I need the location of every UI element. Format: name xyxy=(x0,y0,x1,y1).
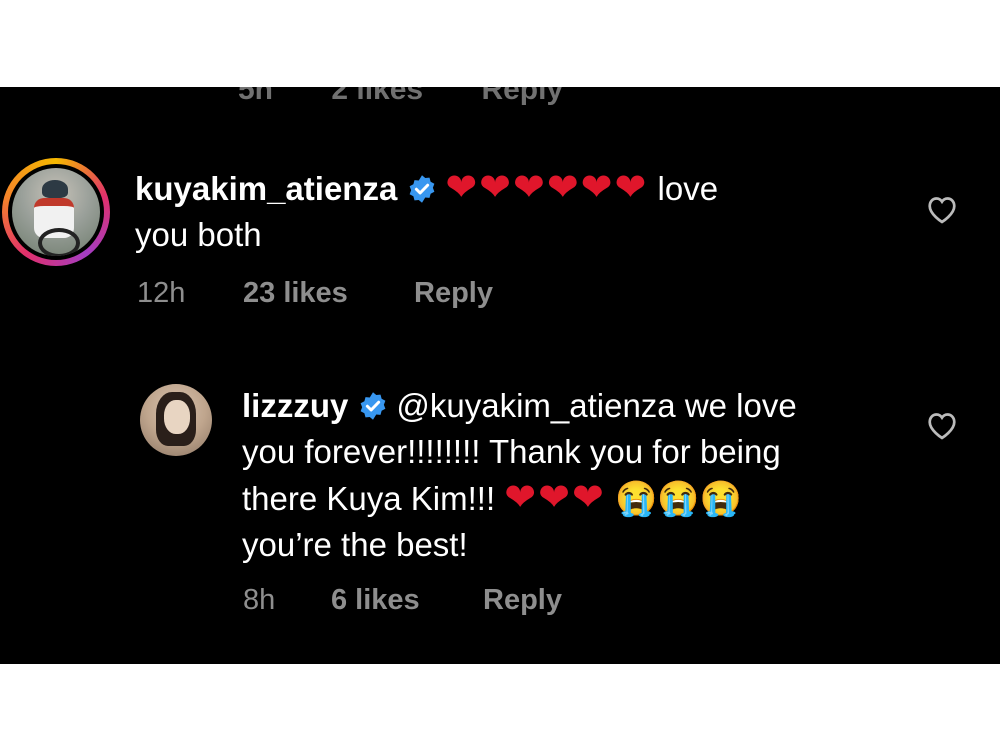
cyclist-helmet xyxy=(42,180,68,198)
comment-time-1: 12h xyxy=(137,277,186,309)
like-heart-icon[interactable] xyxy=(925,194,959,224)
comment-time-2: 8h xyxy=(243,584,276,616)
comment-username-1[interactable]: kuyakim_atienza xyxy=(135,170,397,207)
previous-comment-meta: 5h 2 likes Reply xyxy=(238,87,613,107)
portrait-face xyxy=(164,400,190,434)
comment-text-2-line1: @kuyakim_atienza we love xyxy=(396,387,797,424)
comment-username-2[interactable]: lizzzuy xyxy=(242,387,348,424)
cyclist-wheel xyxy=(38,228,80,256)
comment-text-2-line3: there Kuya Kim!!! xyxy=(242,480,496,517)
comment-body-1: kuyakim_atienza ❤❤❤❤❤❤ love you both xyxy=(135,165,875,258)
comment-reply-button-2[interactable]: Reply xyxy=(483,584,562,617)
comment-likes-2[interactable]: 6 likes xyxy=(331,584,420,617)
comments-panel: 5h 2 likes Reply kuyakim_atienza ❤❤❤❤❤❤ l… xyxy=(0,87,1000,664)
comment-text-2-line4: you’re the best! xyxy=(242,526,468,563)
comment-reply-button-1[interactable]: Reply xyxy=(414,277,493,310)
like-heart-icon[interactable] xyxy=(925,410,959,440)
comment-body-2: lizzzuy @kuyakim_atienza we love you fore… xyxy=(242,383,902,568)
comment-text-1-line2: you both xyxy=(135,216,262,253)
verified-badge-icon xyxy=(409,175,435,203)
heart-emojis: ❤❤❤❤❤❤ xyxy=(445,167,649,209)
comment-likes-1[interactable]: 23 likes xyxy=(243,277,348,310)
avatar-lizzzuy[interactable] xyxy=(140,384,212,456)
comment-text-1-line1: love xyxy=(657,170,719,207)
verified-badge-icon xyxy=(360,392,386,420)
avatar-kuyakim[interactable] xyxy=(12,168,100,256)
previous-comment-likes[interactable]: 2 likes xyxy=(331,87,423,106)
previous-comment-time: 5h xyxy=(238,87,274,106)
comment-text-2-line2: you forever!!!!!!!! Thank you for being xyxy=(242,433,781,470)
heart-emojis: ❤❤❤ xyxy=(504,477,606,519)
previous-comment-reply[interactable]: Reply xyxy=(481,87,563,106)
crying-emojis: 😭😭😭 xyxy=(614,480,742,518)
